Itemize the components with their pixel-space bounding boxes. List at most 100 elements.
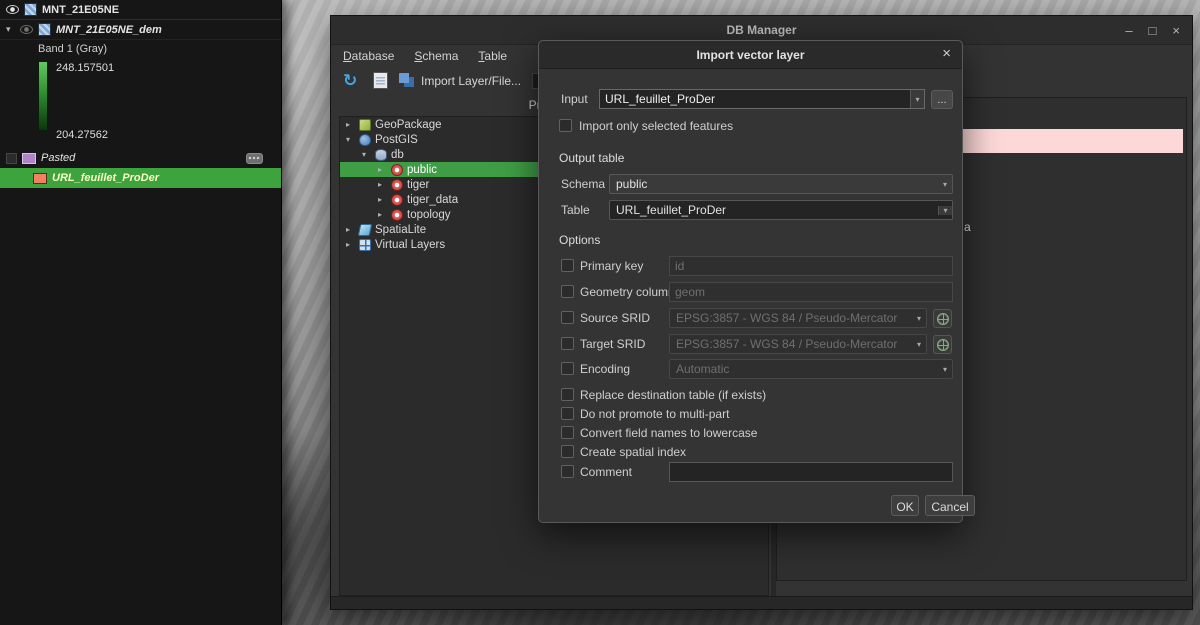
layer-name: Pasted (41, 152, 75, 164)
import-layer-label: Import Layer/File... (421, 74, 521, 88)
layer-group-icon (6, 153, 17, 164)
tree-item-label: Virtual Layers (375, 239, 445, 251)
schema-row: Schema public ▾ (539, 174, 951, 194)
ramp-min-value: 204.27562 (56, 129, 108, 141)
encoding-label: Encoding (580, 362, 630, 376)
raster-layer-icon (24, 3, 37, 16)
layer-name: MNT_21E05NE_dem (56, 24, 162, 36)
collapse-arrow-icon[interactable]: ▾ (346, 135, 355, 144)
table-combobox[interactable]: URL_feuillet_ProDer ▾ (609, 200, 953, 220)
replace-table-label: Replace destination table (if exists) (580, 388, 766, 402)
close-icon[interactable]: × (942, 45, 951, 62)
select-crs-button[interactable] (933, 309, 952, 328)
expand-arrow-icon[interactable]: ▸ (346, 240, 355, 249)
geometry-column-row: Geometry column (539, 282, 951, 302)
import-selected-row: Import only selected features (539, 116, 951, 136)
schema-icon (391, 164, 403, 176)
target-srid-combobox[interactable]: EPSG:3857 - WGS 84 / Pseudo-Mercator ▾ (669, 334, 927, 354)
source-srid-checkbox[interactable] (561, 311, 574, 324)
schema-combobox[interactable]: public ▾ (609, 174, 953, 194)
layer-item-pasted[interactable]: Pasted (0, 148, 281, 168)
expand-arrow-icon[interactable]: ▸ (378, 180, 387, 189)
expand-arrow-icon[interactable]: ▸ (378, 210, 387, 219)
tree-item-label: PostGIS (375, 134, 418, 146)
geometry-column-checkbox[interactable] (561, 285, 574, 298)
layer-color-swatch (22, 153, 36, 164)
virtual-layers-icon (359, 239, 371, 251)
ramp-max-value: 248.157501 (56, 62, 114, 74)
promote-checkbox[interactable] (561, 407, 574, 420)
replace-table-checkbox[interactable] (561, 388, 574, 401)
spatialite-icon (358, 224, 373, 236)
encoding-combobox[interactable]: Automatic ▾ (669, 359, 953, 379)
import-selected-checkbox[interactable] (559, 119, 572, 132)
collapse-arrow-icon[interactable]: ▾ (6, 24, 15, 35)
expand-arrow-icon[interactable]: ▸ (346, 120, 355, 129)
comment-field[interactable] (669, 462, 953, 482)
primary-key-label: Primary key (580, 259, 643, 273)
comment-checkbox[interactable] (561, 465, 574, 478)
menu-table[interactable]: Table (478, 49, 507, 63)
raster-layer-icon (38, 23, 51, 36)
dialog-titlebar[interactable]: Import vector layer × (539, 41, 962, 69)
encoding-value: Automatic (670, 362, 938, 376)
minimize-icon[interactable]: – (1125, 23, 1132, 38)
geopackage-icon (359, 119, 371, 131)
collapse-arrow-icon[interactable]: ▾ (362, 150, 371, 159)
promote-row: Do not promote to multi-part (539, 404, 951, 424)
layer-color-swatch (33, 173, 47, 184)
primary-key-field[interactable] (669, 256, 953, 276)
expand-arrow-icon[interactable]: ▸ (378, 165, 387, 174)
cancel-button[interactable]: Cancel (925, 495, 975, 516)
layer-item-mnt[interactable]: MNT_21E05NE (0, 0, 281, 20)
source-srid-row: Source SRID EPSG:3857 - WGS 84 / Pseudo-… (539, 308, 951, 328)
visibility-eye-icon[interactable] (6, 5, 19, 14)
table-label: Table (561, 203, 590, 217)
postgis-icon (359, 134, 371, 146)
menu-database[interactable]: Database (343, 49, 394, 63)
chevron-down-icon: ▾ (912, 340, 926, 349)
geometry-column-field[interactable] (669, 282, 953, 302)
input-field[interactable] (600, 90, 910, 108)
source-srid-combobox[interactable]: EPSG:3857 - WGS 84 / Pseudo-Mercator ▾ (669, 308, 927, 328)
tree-item-label: SpatiaLite (375, 224, 426, 236)
layer-item-url-feuillet[interactable]: URL_feuillet_ProDer (0, 168, 281, 188)
ok-button[interactable]: OK (891, 495, 919, 516)
import-layer-button[interactable]: Import Layer/File... (399, 69, 521, 92)
replace-table-row: Replace destination table (if exists) (539, 385, 951, 405)
layer-item-mnt-dem[interactable]: ▾ MNT_21E05NE_dem (0, 20, 281, 40)
lowercase-checkbox[interactable] (561, 426, 574, 439)
chevron-down-icon: ▾ (938, 180, 952, 189)
partially-hidden-text: a (964, 220, 971, 234)
primary-key-row: Primary key (539, 256, 951, 276)
output-table-section-label: Output table (559, 151, 624, 165)
browse-button[interactable]: ... (931, 90, 953, 109)
close-icon[interactable]: × (1172, 23, 1180, 38)
primary-key-checkbox[interactable] (561, 259, 574, 272)
tree-item-label: GeoPackage (375, 119, 442, 131)
spatial-index-checkbox[interactable] (561, 445, 574, 458)
lowercase-row: Convert field names to lowercase (539, 423, 951, 443)
expand-arrow-icon[interactable]: ▸ (378, 195, 387, 204)
select-crs-button[interactable] (933, 335, 952, 354)
maximize-icon[interactable]: □ (1149, 23, 1157, 38)
refresh-icon[interactable]: ↻ (343, 71, 357, 91)
menu-schema[interactable]: Schema (414, 49, 458, 63)
encoding-checkbox[interactable] (561, 362, 574, 375)
sql-window-icon[interactable] (373, 72, 388, 89)
memory-layer-indicator-icon[interactable] (246, 153, 263, 164)
chevron-down-icon[interactable]: ▾ (910, 90, 924, 108)
spatial-index-label: Create spatial index (580, 445, 686, 459)
source-srid-label: Source SRID (580, 311, 650, 325)
table-row: Table URL_feuillet_ProDer ▾ (539, 200, 951, 220)
tree-item-label: db (391, 149, 404, 161)
window-statusbar (331, 596, 1192, 609)
tree-item-label: tiger (407, 179, 429, 191)
dialog-title: Import vector layer (696, 48, 804, 62)
expand-arrow-icon[interactable]: ▸ (346, 225, 355, 234)
layer-name: URL_feuillet_ProDer (52, 172, 159, 184)
window-controls: – □ × (1125, 16, 1180, 45)
visibility-eye-icon[interactable] (20, 25, 33, 34)
schema-icon (391, 179, 403, 191)
target-srid-checkbox[interactable] (561, 337, 574, 350)
